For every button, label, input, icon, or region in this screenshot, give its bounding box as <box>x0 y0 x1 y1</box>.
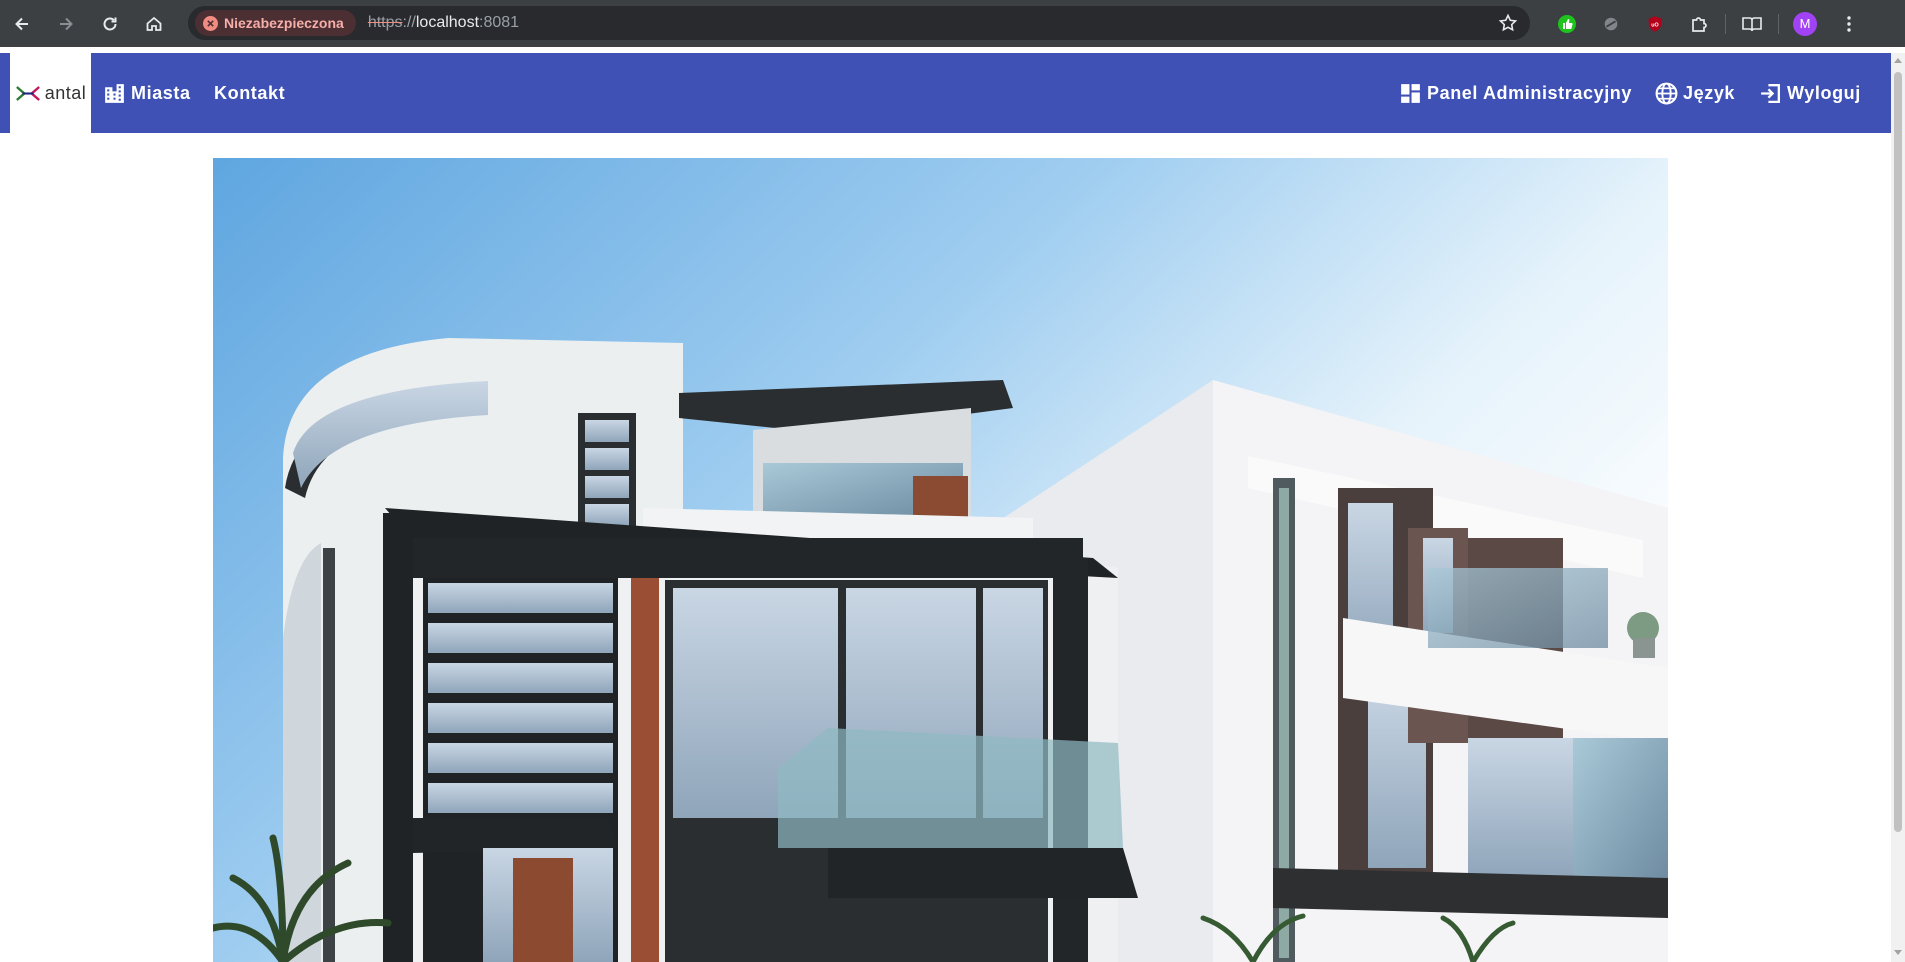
toolbar-separator <box>1725 13 1726 34</box>
browser-toolbar: Niezabezpieczona https://localhost:8081 … <box>0 0 1905 47</box>
extension-ublock[interactable]: uO <box>1633 0 1677 47</box>
nav-link-language[interactable]: Język <box>1654 53 1735 133</box>
forward-button[interactable] <box>44 0 88 47</box>
scroll-up-arrow-icon[interactable] <box>1894 58 1902 63</box>
address-bar[interactable]: Niezabezpieczona https://localhost:8081 <box>188 6 1530 40</box>
kebab-menu-icon <box>1847 15 1851 32</box>
url-text[interactable]: https://localhost:8081 <box>368 14 519 32</box>
url-separator: :// <box>402 14 416 31</box>
url-scheme: https <box>367 14 403 31</box>
back-arrow-icon <box>15 17 28 30</box>
extension-thumb[interactable] <box>1545 0 1589 47</box>
thumbs-up-extension-icon <box>1558 14 1576 33</box>
reload-icon <box>103 17 117 30</box>
profile-avatar: M <box>1793 11 1817 36</box>
nav-link-logout-label: Wyloguj <box>1787 82 1861 103</box>
nav-link-admin-panel[interactable]: Panel Administracyjny <box>1398 53 1632 133</box>
logo-text: antal <box>44 82 87 103</box>
nav-link-cities-label: Miasta <box>131 82 191 103</box>
home-button[interactable] <box>132 0 176 47</box>
app-navbar: antal Miasta Kontakt Panel Administracyj… <box>0 53 1891 133</box>
extension-gray[interactable] <box>1589 0 1633 47</box>
grey-circle-extension-icon <box>1604 17 1618 30</box>
toolbar-separator <box>1778 13 1779 34</box>
not-secure-icon <box>203 15 218 31</box>
buildings-icon <box>105 83 124 103</box>
browser-menu-button[interactable] <box>1827 0 1871 47</box>
dashboard-icon <box>1401 83 1420 103</box>
nav-link-admin-panel-label: Panel Administracyjny <box>1427 82 1633 103</box>
reload-button[interactable] <box>88 0 132 47</box>
bookmark-star-icon[interactable] <box>1498 13 1518 33</box>
nav-link-logout[interactable]: Wyloguj <box>1758 53 1861 133</box>
security-label: Niezabezpieczona <box>224 15 344 31</box>
scroll-thumb[interactable] <box>1894 72 1902 832</box>
puzzle-icon <box>1692 16 1707 32</box>
home-icon <box>146 16 162 31</box>
profile-button[interactable]: M <box>1783 0 1827 47</box>
back-button[interactable] <box>0 0 44 47</box>
modern-house-illustration <box>213 158 1668 962</box>
reading-list-button[interactable] <box>1730 0 1774 47</box>
logout-icon <box>1761 83 1780 103</box>
globe-icon <box>1655 82 1678 104</box>
antal-logo-mark-icon <box>15 85 40 101</box>
nav-link-cities[interactable]: Miasta <box>102 53 191 133</box>
reading-list-icon <box>1742 16 1762 31</box>
ublock-shield-icon: uO <box>1648 15 1662 32</box>
svg-text:uO: uO <box>1651 22 1658 28</box>
url-host: localhost <box>415 14 480 31</box>
forward-arrow-icon <box>60 17 73 30</box>
extensions-area: uO M <box>1545 0 1871 47</box>
url-port: :8081 <box>479 14 520 31</box>
nav-link-language-label: Język <box>1683 82 1736 103</box>
nav-link-contact-label: Kontakt <box>214 82 286 103</box>
nav-link-contact[interactable]: Kontakt <box>214 53 285 133</box>
antal-logo[interactable]: antal <box>10 53 91 133</box>
security-indicator[interactable]: Niezabezpieczona <box>195 10 356 36</box>
scroll-down-arrow-icon[interactable] <box>1894 950 1902 955</box>
extensions-menu-button[interactable] <box>1677 0 1721 47</box>
hero-image <box>213 158 1668 962</box>
page-scrollbar[interactable] <box>1891 53 1905 962</box>
